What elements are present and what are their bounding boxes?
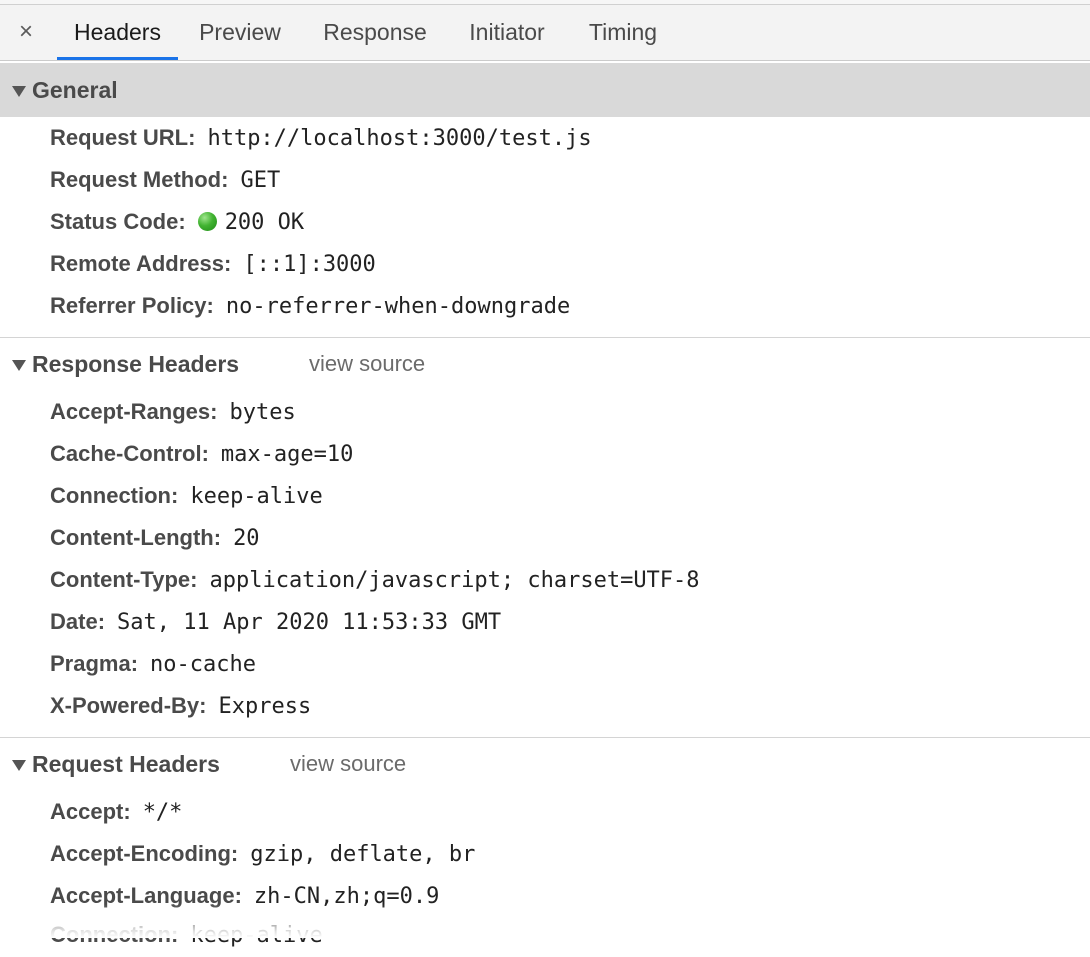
header-key: Accept <box>50 799 124 824</box>
triangle-down-icon <box>12 86 26 97</box>
header-key: Accept-Encoding <box>50 841 231 866</box>
header-key: Accept-Ranges <box>50 399 211 424</box>
tab-initiator[interactable]: Initiator <box>457 5 557 60</box>
header-key: Connection <box>50 922 171 947</box>
header-row: Content-Length: 20 <box>50 525 260 551</box>
response-headers-section-header[interactable]: Response Headers view source <box>0 337 1090 391</box>
triangle-down-icon <box>12 360 26 371</box>
triangle-down-icon <box>12 760 26 771</box>
header-value: GET <box>240 168 281 193</box>
close-icon[interactable]: × <box>13 15 39 49</box>
tab-preview[interactable]: Preview <box>188 5 292 60</box>
status-dot-icon <box>197 212 217 231</box>
header-row: Accept: */* <box>50 799 183 825</box>
view-source-link[interactable]: view source <box>309 337 425 391</box>
header-key: Connection <box>50 483 171 508</box>
header-value: keep-alive <box>190 484 323 509</box>
section-title: Response Headers <box>32 351 240 377</box>
header-key: Request Method <box>50 167 222 192</box>
header-key: Date <box>50 609 98 634</box>
header-row: Request URL: http://localhost:3000/test.j… <box>50 125 592 151</box>
header-value: max-age=10 <box>220 442 354 467</box>
section-title: General <box>32 77 118 103</box>
header-row: Connection: keep-alive <box>50 922 323 948</box>
header-value: http://localhost:3000/test.js <box>207 126 592 151</box>
header-key: Remote Address <box>50 251 225 276</box>
header-key: Cache-Control <box>50 441 202 466</box>
header-value: Express <box>218 694 312 719</box>
section-title: Request Headers <box>32 751 220 777</box>
header-row: Request Method: GET <box>50 167 281 193</box>
header-row: X-Powered-By: Express <box>50 693 312 719</box>
header-key: Content-Length <box>50 525 214 550</box>
header-key: Content-Type <box>50 567 191 592</box>
header-row: Referrer Policy: no-referrer-when-downgra… <box>50 293 571 319</box>
header-row: Cache-Control: max-age=10 <box>50 441 354 467</box>
header-row: Date: Sat, 11 Apr 2020 11:53:33 GMT <box>50 609 502 635</box>
header-value: 20 <box>233 526 260 551</box>
request-headers-section-header[interactable]: Request Headers view source <box>0 737 1090 791</box>
header-value: zh-CN,zh;q=0.9 <box>253 884 440 909</box>
header-key: Accept-Language <box>50 883 235 908</box>
tab-timing[interactable]: Timing <box>577 5 669 60</box>
header-key: X-Powered-By <box>50 693 200 718</box>
header-value: application/javascript; charset=UTF-8 <box>209 568 700 593</box>
header-key: Status Code <box>50 209 179 234</box>
header-value: Sat, 11 Apr 2020 11:53:33 GMT <box>117 610 502 635</box>
header-value: [::1]:3000 <box>243 252 376 277</box>
header-row: Remote Address: [::1]:3000 <box>50 251 376 277</box>
header-value: 200 OK <box>224 210 305 235</box>
general-section-header[interactable]: General <box>0 63 1090 117</box>
header-key: Request URL <box>50 125 189 150</box>
tab-bar: × Headers Preview Response Initiator Tim… <box>0 5 1090 61</box>
header-row: Accept-Language: zh-CN,zh;q=0.9 <box>50 883 440 909</box>
header-value: keep-alive <box>190 923 323 948</box>
header-row: Pragma: no-cache <box>50 651 257 677</box>
header-value: no-cache <box>150 652 257 677</box>
header-key: Pragma <box>50 651 131 676</box>
view-source-link[interactable]: view source <box>290 737 406 791</box>
header-row: Connection: keep-alive <box>50 483 323 509</box>
header-row: Status Code: 200 OK <box>50 209 305 235</box>
header-row: Accept-Encoding: gzip, deflate, br <box>50 841 476 867</box>
tab-headers[interactable]: Headers <box>57 5 178 60</box>
tab-response[interactable]: Response <box>311 5 439 60</box>
header-key: Referrer Policy <box>50 293 207 318</box>
header-row: Accept-Ranges: bytes <box>50 399 296 425</box>
header-value: bytes <box>229 400 296 425</box>
header-value: no-referrer-when-downgrade <box>225 294 571 319</box>
header-value: */* <box>142 800 183 825</box>
header-row: Content-Type: application/javascript; cha… <box>50 567 700 593</box>
header-value: gzip, deflate, br <box>250 842 476 867</box>
